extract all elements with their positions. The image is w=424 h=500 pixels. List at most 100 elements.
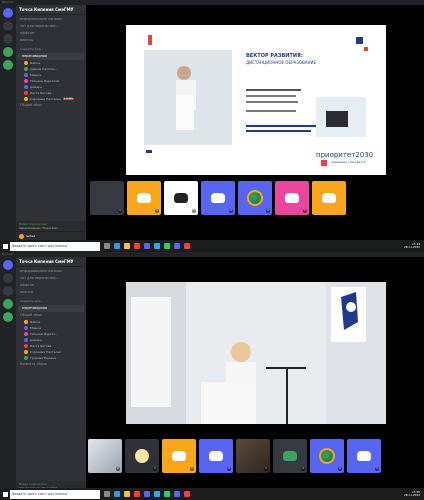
mic-icon: ✕ [264, 467, 268, 471]
app-icon[interactable] [144, 491, 150, 497]
mic-icon: ✕ [153, 467, 157, 471]
user-name: Сорокина Настасья [30, 349, 61, 354]
channel-item[interactable]: анонсы [16, 36, 86, 43]
explore-servers-icon[interactable] [3, 60, 13, 70]
voice-channel-path[interactable]: переговорная / Точка Кип... [19, 226, 83, 230]
server-rail [0, 5, 16, 240]
user-name: Настя Батова [30, 343, 52, 348]
channel-item[interactable]: чат для нерегистри... [16, 22, 86, 29]
participant-tile[interactable]: ✕ [201, 181, 235, 215]
server-icon[interactable] [3, 273, 13, 283]
discord-taskbar-icon[interactable] [174, 243, 180, 249]
discord-home-icon[interactable] [3, 8, 13, 18]
channel-item[interactable]: информационн каналы [16, 15, 86, 22]
user-name: Мишка [30, 72, 41, 77]
channel-item[interactable]: информационн каналы [16, 267, 86, 274]
windows-taskbar-bottom: Введите здесь текст для поиска 15:50 28.… [0, 488, 424, 500]
app-icon[interactable] [184, 243, 190, 249]
taskbar-search-input[interactable]: Введите здесь текст для поиска [10, 489, 100, 499]
participant-tile[interactable]: ✕ [238, 181, 272, 215]
discord-taskbar-icon[interactable] [174, 491, 180, 497]
server-icon[interactable] [3, 21, 13, 31]
discord-home-icon[interactable] [3, 260, 13, 270]
telegram-icon[interactable] [154, 243, 160, 249]
channel-category[interactable]: комнаты для... [16, 295, 86, 305]
mic-icon: ✕ [266, 209, 270, 213]
parrot-avatar-icon [319, 448, 335, 464]
chrome-icon[interactable] [134, 243, 140, 249]
participant-tile[interactable]: ✕ [164, 181, 198, 215]
telegram-icon[interactable] [154, 491, 160, 497]
voice-channel[interactable]: Комната сбора [16, 361, 86, 368]
server-icon[interactable] [3, 286, 13, 296]
edge-icon[interactable] [114, 243, 120, 249]
add-server-icon[interactable] [3, 47, 13, 57]
username: lacted [26, 234, 36, 238]
avatar [24, 325, 28, 330]
user-name: Nature [30, 60, 41, 65]
add-server-icon[interactable] [3, 299, 13, 309]
user-name: Сорокина Настасья [30, 96, 61, 101]
chrome-icon[interactable] [134, 491, 140, 497]
participant-tile[interactable]: ✕ [236, 439, 270, 473]
participant-tile[interactable]: ✕ [90, 181, 124, 215]
participant-tile[interactable]: ✕ [125, 439, 159, 473]
system-tray[interactable]: 15:50 28.11.2022 [404, 490, 424, 498]
server-icon[interactable] [3, 34, 13, 44]
user-avatar-icon [135, 449, 149, 463]
app-icon[interactable] [144, 243, 150, 249]
mic-icon: ✕ [229, 209, 233, 213]
task-view-icon[interactable] [104, 243, 110, 249]
explorer-icon[interactable] [124, 491, 130, 497]
mic-icon: ✕ [116, 467, 120, 471]
server-name[interactable]: Точка Кипения СмеГМУ [16, 5, 86, 15]
discord-avatar-icon [211, 193, 225, 203]
voice-channel[interactable]: Общий сбор [16, 102, 86, 109]
server-name[interactable]: Точка Кипения СмеГМУ [16, 257, 86, 267]
participant-tile[interactable]: ✕ [273, 439, 307, 473]
participant-tile[interactable]: ✕ [162, 439, 196, 473]
participant-tile[interactable]: ✕ [310, 439, 344, 473]
system-tray[interactable]: 15:14 28.11.2022 [403, 242, 424, 250]
explore-servers-icon[interactable] [3, 312, 13, 322]
avatar [24, 96, 28, 101]
participant-tile[interactable]: ✕ [347, 439, 381, 473]
mic-icon: ✕ [227, 467, 231, 471]
discord-avatar-icon [172, 451, 186, 461]
channel-item[interactable]: оффтоп [16, 281, 86, 288]
voice-channel-active[interactable]: переговорная [18, 52, 84, 60]
whatsapp-icon[interactable] [164, 243, 170, 249]
participant-tile[interactable]: ✕ [127, 181, 161, 215]
windows-start-icon[interactable] [0, 488, 10, 500]
explorer-icon[interactable] [124, 243, 130, 249]
server-rail [0, 257, 16, 500]
participant-tile[interactable]: ✕ [199, 439, 233, 473]
channel-item[interactable]: оффтоп [16, 29, 86, 36]
clock-date: 28.11.2022 [403, 245, 420, 249]
avatar[interactable] [19, 233, 24, 239]
stream-stage[interactable]: ВЕКТОР РАЗВИТИЯ: ДИСТАНЦИОННОЕ ОБРАЗОВАН… [86, 5, 424, 240]
participant-tile[interactable]: ✕ [88, 439, 122, 473]
channel-item[interactable]: чат для нерегистри... [16, 274, 86, 281]
mic-icon: ✕ [303, 209, 307, 213]
stream-stage[interactable]: ✕ ✕ ✕ ✕ ✕ ✕ ✕ ✕ [86, 257, 424, 500]
app-icon[interactable] [184, 491, 190, 497]
task-view-icon[interactable] [104, 491, 110, 497]
user-name: Татьяна Фургатой [30, 78, 59, 83]
avatar [24, 66, 28, 71]
channel-item[interactable]: анонсы [16, 288, 86, 295]
speaker-video [126, 282, 386, 424]
user-name: iglesias fremshu... [30, 66, 58, 71]
discord-window-top: Discord Точка Кипения СмеГМУ информацион… [0, 0, 424, 240]
taskbar-search-input[interactable]: Введите здесь текст для поиска [10, 241, 100, 251]
voice-channel[interactable]: Общий сбор [16, 312, 86, 319]
participant-tile[interactable] [312, 181, 346, 215]
voice-channel-active[interactable]: переговорная [18, 304, 84, 312]
windows-start-icon[interactable] [0, 240, 10, 252]
avatar [24, 337, 28, 342]
edge-icon[interactable] [114, 491, 120, 497]
participant-tile[interactable]: ✕ [275, 181, 309, 215]
whatsapp-icon[interactable] [164, 491, 170, 497]
live-badge: В ЭФИРЕ [62, 97, 74, 100]
channel-category[interactable]: комнаты для... [16, 43, 86, 53]
